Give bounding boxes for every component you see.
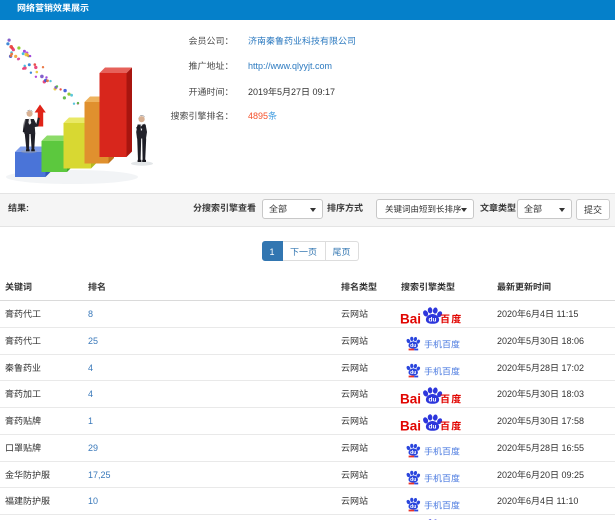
svg-text:du: du	[410, 504, 416, 510]
svg-text:du: du	[429, 316, 437, 323]
svg-text:du: du	[410, 477, 416, 483]
svg-text:Bai: Bai	[400, 311, 421, 325]
svg-text:du: du	[429, 423, 437, 430]
svg-text:手机百度: 手机百度	[424, 364, 460, 377]
svg-text:百度: 百度	[440, 417, 463, 432]
svg-text:百度: 百度	[440, 390, 463, 405]
svg-text:du: du	[410, 343, 416, 349]
svg-text:Bai: Bai	[400, 418, 421, 432]
svg-text:du: du	[410, 370, 416, 376]
svg-text:手机百度: 手机百度	[424, 471, 460, 484]
svg-text:du: du	[410, 450, 416, 456]
svg-text:Bai: Bai	[400, 391, 421, 405]
svg-text:du: du	[429, 396, 437, 403]
svg-text:百度: 百度	[440, 310, 463, 325]
svg-text:手机百度: 手机百度	[424, 445, 460, 458]
svg-text:手机百度: 手机百度	[424, 498, 460, 511]
svg-text:手机百度: 手机百度	[424, 338, 460, 351]
